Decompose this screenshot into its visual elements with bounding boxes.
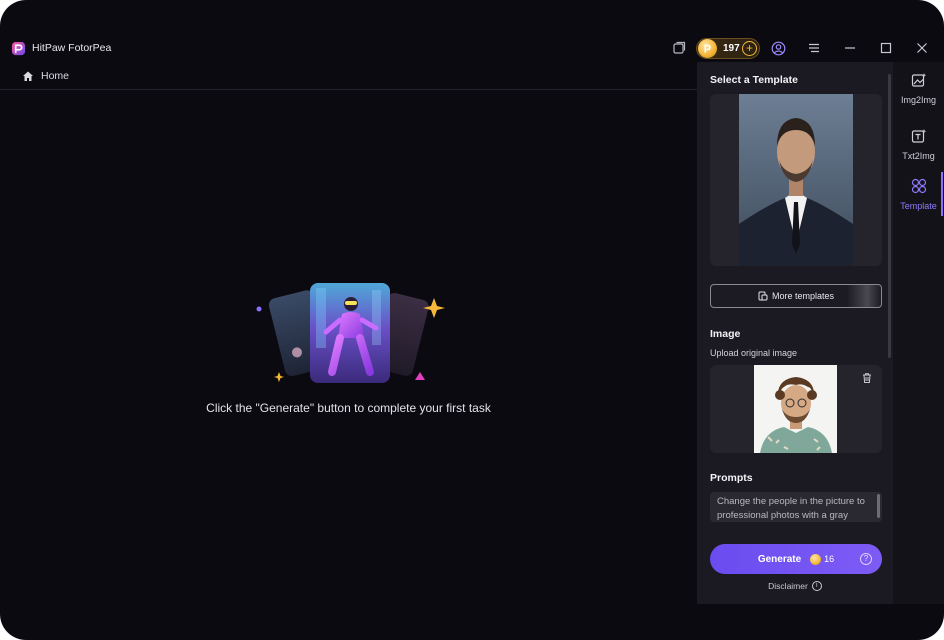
template-preview[interactable] [710, 94, 882, 266]
header-divider [0, 89, 697, 90]
mode-tab-rail: Img2Img Txt2Img Template [893, 62, 944, 604]
menu-icon[interactable] [806, 40, 822, 56]
active-tab-indicator [941, 172, 943, 216]
account-icon[interactable] [770, 40, 786, 56]
uploaded-image-box[interactable] [710, 365, 882, 453]
tab-img2img[interactable]: Img2Img [893, 68, 944, 114]
prompts-section-title: Prompts [710, 472, 753, 484]
app-title: HitPaw FotorPea [32, 42, 112, 54]
generate-cost: 16 [824, 554, 835, 564]
minimize-icon[interactable] [842, 40, 858, 56]
delete-image-icon[interactable] [861, 372, 873, 384]
credits-badge[interactable]: 197 + [696, 38, 760, 59]
maximize-icon[interactable] [878, 40, 894, 56]
coin-icon [698, 39, 717, 58]
panel-scrollbar[interactable] [888, 74, 891, 358]
close-icon[interactable] [914, 40, 930, 56]
more-templates-button[interactable]: More templates [710, 284, 882, 308]
info-icon: i [811, 581, 822, 591]
uploaded-portrait-image [754, 365, 837, 453]
tab-txt2img[interactable]: Txt2Img [893, 124, 944, 170]
image-edit-icon [911, 73, 927, 87]
prompt-scrollbar[interactable] [877, 494, 880, 518]
title-bar: HitPaw FotorPea 197 + [0, 0, 944, 62]
credits-count: 197 [723, 43, 740, 54]
app-logo-icon [11, 41, 26, 56]
template-panel: Select a Template More templates Image U… [697, 62, 893, 604]
text-to-image-icon [911, 129, 927, 143]
empty-state-illustration [256, 283, 445, 383]
disclaimer-link[interactable]: Disclaimer i [697, 581, 893, 591]
templates-icon [758, 291, 768, 301]
add-credits-icon[interactable]: + [742, 41, 757, 56]
breadcrumb-home: Home [41, 70, 70, 82]
coin-icon [810, 553, 822, 565]
tab-template[interactable]: Template [893, 174, 944, 220]
upload-label: Upload original image [710, 348, 798, 358]
generate-button[interactable]: Generate 16 ? [710, 544, 882, 574]
generate-label: Generate [757, 553, 802, 565]
tab-txt2img-label: Txt2Img [902, 151, 935, 161]
tab-img2img-label: Img2Img [900, 95, 936, 105]
image-section-title: Image [710, 328, 741, 340]
disclaimer-label: Disclaimer [768, 581, 808, 591]
select-template-title: Select a Template [710, 74, 798, 86]
breadcrumb[interactable]: Home [22, 69, 69, 83]
library-icon[interactable] [671, 40, 687, 56]
template-grid-icon [911, 178, 927, 194]
empty-state-message: Click the "Generate" button to complete … [206, 401, 491, 415]
tab-template-label: Template [900, 201, 937, 211]
prompt-textarea[interactable]: Change the people in the picture to prof… [710, 492, 882, 522]
home-icon [23, 71, 33, 81]
template-portrait-image [739, 94, 853, 266]
app-window: HitPaw FotorPea 197 + Home Click the "Ge… [0, 0, 944, 640]
help-icon[interactable]: ? [860, 553, 872, 565]
more-templates-label: More templates [771, 291, 835, 301]
